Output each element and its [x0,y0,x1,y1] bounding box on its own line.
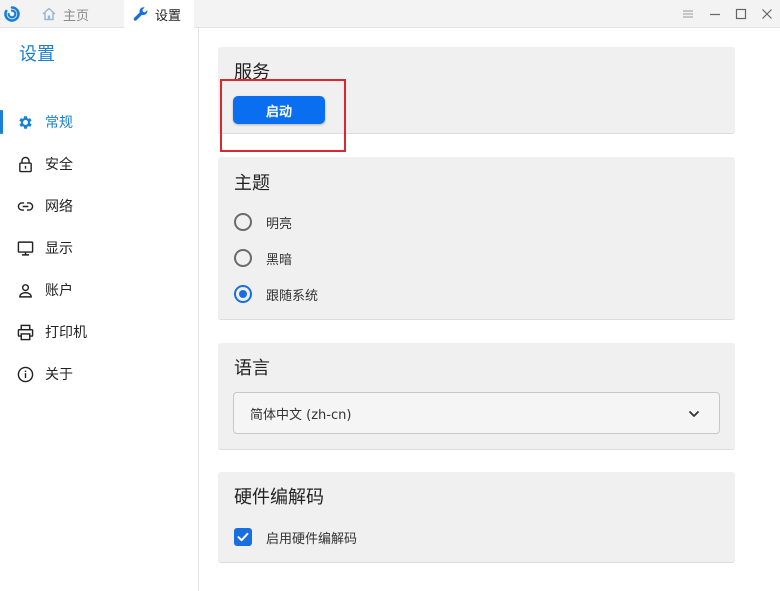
language-select[interactable]: 简体中文 (zh-cn) [233,392,720,434]
user-icon [19,283,32,298]
start-service-button[interactable]: 启动 [233,96,325,124]
app-logo-icon [4,6,20,22]
sidebar-item-label: 常规 [45,115,73,131]
sidebar-item-general[interactable]: 常规 [0,104,198,140]
radio-button[interactable] [234,213,252,231]
sidebar-item-network[interactable]: 网络 [0,188,198,224]
service-card: 服务 启动 [218,47,735,134]
service-title: 服务 [234,62,270,83]
sidebar-item-about[interactable]: 关于 [0,356,198,392]
theme-option-dark[interactable]: 黑暗 [234,247,292,269]
tab-home[interactable]: 主页 [38,0,124,28]
language-title: 语言 [234,358,270,379]
sidebar-title: 设置 [19,44,55,65]
checkbox[interactable] [234,528,252,546]
info-icon [17,366,34,382]
printer-icon [17,324,34,340]
hardware-codec-card: 硬件编解码 启用硬件编解码 [218,472,735,563]
theme-option-label: 跟随系统 [266,288,319,304]
settings-content: 服务 启动 主题 明亮 黑暗 跟随系统 语言 简体中文 (zh-cn) 硬件编解… [199,28,780,591]
sidebar: 设置 常规 安全 网络 显示 账户 打印机 关于 [0,28,199,591]
sidebar-item-label: 安全 [45,157,73,173]
tab-home-label: 主页 [63,8,90,24]
radio-button[interactable] [234,249,252,267]
sidebar-item-account[interactable]: 账户 [0,272,198,308]
wrench-icon [133,7,148,21]
minimize-icon[interactable] [708,7,722,21]
hardware-codec-title: 硬件编解码 [234,487,324,508]
sidebar-item-security[interactable]: 安全 [0,146,198,182]
sidebar-item-label: 打印机 [45,325,87,341]
close-icon[interactable] [760,7,774,21]
language-selected-value: 简体中文 (zh-cn) [250,407,352,423]
sidebar-item-label: 关于 [45,367,73,383]
theme-card: 主题 明亮 黑暗 跟随系统 [218,157,735,320]
link-icon [17,201,34,211]
home-icon [42,7,56,21]
sidebar-item-display[interactable]: 显示 [0,230,198,266]
sidebar-item-printer[interactable]: 打印机 [0,314,198,350]
radio-button[interactable] [234,285,252,303]
monitor-icon [17,240,34,256]
theme-option-system[interactable]: 跟随系统 [234,283,318,305]
sidebar-item-label: 账户 [45,283,73,299]
maximize-icon[interactable] [734,7,748,21]
menu-icon[interactable] [681,7,695,21]
sidebar-item-label: 网络 [45,199,73,215]
gear-icon [19,115,32,129]
language-card: 语言 简体中文 (zh-cn) [218,343,735,450]
sidebar-item-label: 显示 [45,241,73,257]
theme-option-label: 黑暗 [266,252,293,268]
title-bar: 主页 设置 [0,0,780,28]
tab-settings-label: 设置 [155,8,182,24]
tab-settings[interactable]: 设置 [124,0,194,28]
theme-title: 主题 [234,173,270,194]
lock-icon [19,156,32,172]
enable-hardware-codec[interactable]: 启用硬件编解码 [234,527,357,547]
enable-hardware-codec-label: 启用硬件编解码 [266,531,358,547]
check-icon [237,532,249,542]
chevron-down-icon [689,411,699,417]
theme-option-label: 明亮 [266,216,293,232]
theme-option-light[interactable]: 明亮 [234,211,292,233]
